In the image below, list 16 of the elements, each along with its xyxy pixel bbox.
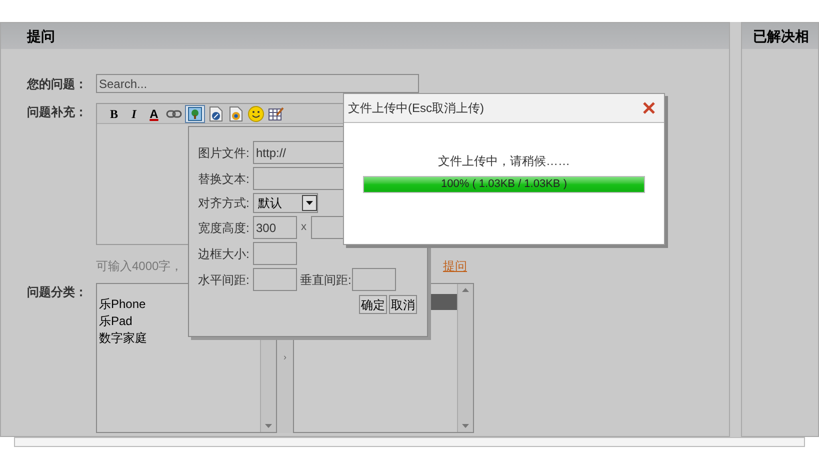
panel-title: 提问: [27, 26, 55, 46]
dialog-title: 文件上传中(Esc取消上传): [348, 100, 484, 117]
field-label: 宽度高度:: [198, 220, 250, 236]
field-label: 对齐方式:: [198, 195, 250, 212]
hint-text: 可输入4000字，: [96, 258, 183, 275]
times-sign: x: [301, 220, 306, 236]
question-label: 您的问题：: [27, 76, 88, 92]
panel-title: 已解决相: [753, 26, 809, 46]
field-label: 替换文本:: [198, 170, 250, 188]
field-label: 垂直间距:: [300, 272, 352, 288]
category-label: 问题分类：: [27, 284, 88, 301]
field-label: 边框大小:: [198, 246, 250, 262]
field-label: 图片文件:: [198, 144, 250, 162]
progress-text: 100% ( 1.03KB / 1.03KB ): [440, 177, 568, 192]
upload-message: 文件上传中，请稍候……: [438, 153, 570, 170]
details-label: 问题补充：: [27, 104, 88, 121]
